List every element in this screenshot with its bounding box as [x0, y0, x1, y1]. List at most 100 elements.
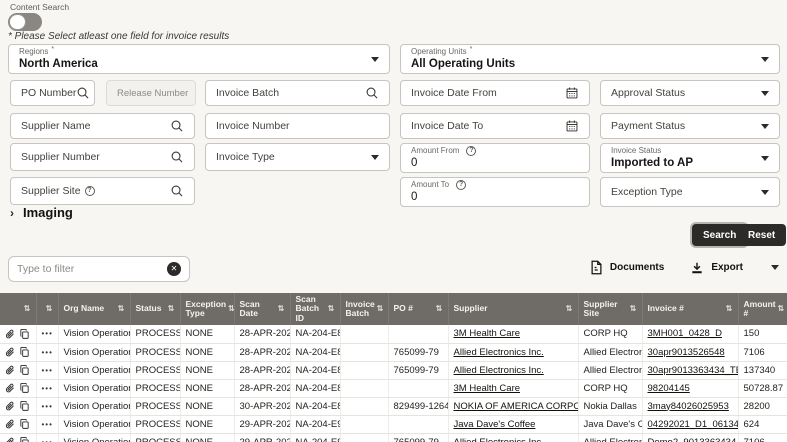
paperclip-icon[interactable] [5, 346, 15, 358]
supplier-link[interactable]: Allied Electronics Inc. [454, 437, 544, 442]
invoice-link[interactable]: Demo2_9013363434 [648, 437, 737, 442]
calendar-icon[interactable] [565, 86, 579, 100]
sort-icon[interactable]: ⇅ [377, 305, 384, 314]
paperclip-icon[interactable] [5, 418, 15, 430]
documents-button[interactable]: Documents [590, 260, 664, 275]
table-row: •••Vision OperationsPROCESSEDNONE29-APR-… [0, 415, 787, 433]
imaging-section-toggle[interactable]: › Imaging [10, 205, 73, 220]
supplier-link[interactable]: 3M Health Care [454, 383, 521, 394]
sort-icon[interactable]: ⇅ [228, 305, 235, 314]
invoice-number-field[interactable]: Invoice Number [205, 113, 390, 139]
invoice-link[interactable]: 3may84026025953 [648, 401, 729, 412]
reset-button[interactable]: Reset [737, 224, 786, 246]
sort-icon[interactable]: ⇅ [24, 305, 31, 314]
search-icon [76, 86, 90, 100]
copy-icon[interactable] [19, 364, 30, 376]
supplier-link[interactable]: 3M Health Care [454, 328, 521, 339]
supplier-site-cell: CORP HQ [578, 325, 642, 343]
row-attachments-cell [0, 379, 36, 397]
paperclip-icon[interactable] [5, 400, 15, 412]
amount-to-field[interactable]: Amount To? 0 [400, 177, 590, 207]
content-search-label: Content Search [10, 2, 69, 12]
amount-from-field[interactable]: Amount From? 0 [400, 143, 590, 173]
invoice-link[interactable]: 04292021_D1_061347 [648, 419, 739, 430]
invoice-batch-cell [340, 433, 388, 442]
paperclip-icon[interactable] [5, 328, 15, 340]
invoice-link[interactable]: 30apr9013526548 [648, 347, 725, 358]
sort-icon[interactable]: ⇅ [168, 305, 175, 314]
invoice-batch-cell [340, 397, 388, 415]
clear-filter-icon[interactable]: ✕ [167, 262, 181, 276]
row-menu-cell: ••• [36, 433, 58, 442]
invoice-batch-field[interactable]: Invoice Batch [205, 80, 390, 106]
invoice-link[interactable]: 98204145 [648, 383, 690, 394]
approval-status-select[interactable]: Approval Status [600, 80, 780, 106]
sort-icon[interactable]: ⇅ [436, 305, 443, 314]
table-row: •••Vision OperationsPROCESSEDNONE28-APR-… [0, 379, 787, 397]
search-icon [365, 86, 379, 100]
status-cell: PROCESSED [130, 325, 180, 343]
exception-type-select[interactable]: Exception Type [600, 177, 780, 207]
payment-status-select[interactable]: Payment Status [600, 113, 780, 139]
sort-icon[interactable]: ⇅ [778, 305, 785, 314]
calendar-icon[interactable] [565, 119, 579, 133]
invoice-date-to-field[interactable]: Invoice Date To [400, 113, 590, 139]
sort-icon[interactable]: ⇅ [630, 305, 637, 314]
export-menu-chevron-down-icon[interactable] [771, 265, 779, 270]
sort-icon[interactable]: ⇅ [278, 305, 285, 314]
row-menu-button[interactable]: ••• [42, 384, 53, 393]
table-body: •••Vision OperationsPROCESSEDNONE28-APR-… [0, 325, 787, 442]
sort-icon[interactable]: ⇅ [46, 305, 53, 314]
column-header: Status⇅ [130, 293, 180, 325]
row-menu-button[interactable]: ••• [42, 366, 53, 375]
amount-cell: 137340 [738, 361, 787, 379]
paperclip-icon[interactable] [5, 364, 15, 376]
sort-icon[interactable]: ⇅ [726, 305, 733, 314]
invoice-link[interactable]: 30apr9013363434_TEST [648, 365, 739, 376]
amount-cell: 50728.87 [738, 379, 787, 397]
field-label: Amount From? [411, 146, 476, 156]
supplier-link[interactable]: Allied Electronics Inc. [454, 347, 544, 358]
row-menu-button[interactable]: ••• [42, 348, 53, 357]
sort-icon[interactable]: ⇅ [118, 305, 125, 314]
supplier-link[interactable]: Java Dave's Coffee [454, 419, 536, 430]
supplier-number-field[interactable]: Supplier Number [10, 143, 195, 171]
supplier-name-field[interactable]: Supplier Name [10, 113, 195, 139]
help-icon[interactable]: ? [466, 146, 476, 156]
scan-batch-id-cell: NA-204-E82 [290, 343, 340, 361]
column-header-label: Supplier [454, 304, 488, 313]
supplier-link[interactable]: Allied Electronics Inc. [454, 365, 544, 376]
operating-units-select[interactable]: Operating Units* All Operating Units [400, 44, 780, 74]
help-icon[interactable]: ? [85, 186, 95, 196]
regions-select[interactable]: Regions* North America [8, 44, 390, 74]
copy-icon[interactable] [19, 418, 30, 430]
org-name-cell: Vision Operations [58, 379, 130, 397]
content-search-toggle[interactable] [8, 13, 42, 31]
copy-icon[interactable] [19, 400, 30, 412]
invoice-type-select[interactable]: Invoice Type [205, 143, 390, 171]
help-icon[interactable]: ? [456, 180, 466, 190]
row-menu-button[interactable]: ••• [42, 438, 53, 442]
invoice-status-select[interactable]: Invoice Status Imported to AP [600, 143, 780, 173]
table-filter-input[interactable]: Type to filter ✕ [8, 256, 190, 282]
row-attachments-cell [0, 361, 36, 379]
invoice-link[interactable]: 3MH001_0428_D [648, 328, 722, 339]
copy-icon[interactable] [19, 436, 30, 442]
row-menu-button[interactable]: ••• [42, 329, 53, 338]
scan-batch-id-cell: NA-204-E93 [290, 433, 340, 442]
copy-icon[interactable] [19, 328, 30, 340]
field-label: Exception Type [611, 186, 683, 198]
copy-icon[interactable] [19, 382, 30, 394]
copy-icon[interactable] [19, 346, 30, 358]
paperclip-icon[interactable] [5, 436, 15, 442]
sort-icon[interactable]: ⇅ [566, 305, 573, 314]
row-menu-button[interactable]: ••• [42, 402, 53, 411]
supplier-link[interactable]: NOKIA OF AMERICA CORPORATION [454, 401, 579, 412]
po-number-field[interactable]: PO Number [10, 80, 95, 106]
paperclip-icon[interactable] [5, 382, 15, 394]
supplier-site-field[interactable]: Supplier Site ? [10, 177, 195, 205]
export-button[interactable]: Export [690, 261, 743, 275]
row-menu-button[interactable]: ••• [42, 420, 53, 429]
invoice-date-from-field[interactable]: Invoice Date From [400, 80, 590, 106]
sort-icon[interactable]: ⇅ [328, 305, 335, 314]
